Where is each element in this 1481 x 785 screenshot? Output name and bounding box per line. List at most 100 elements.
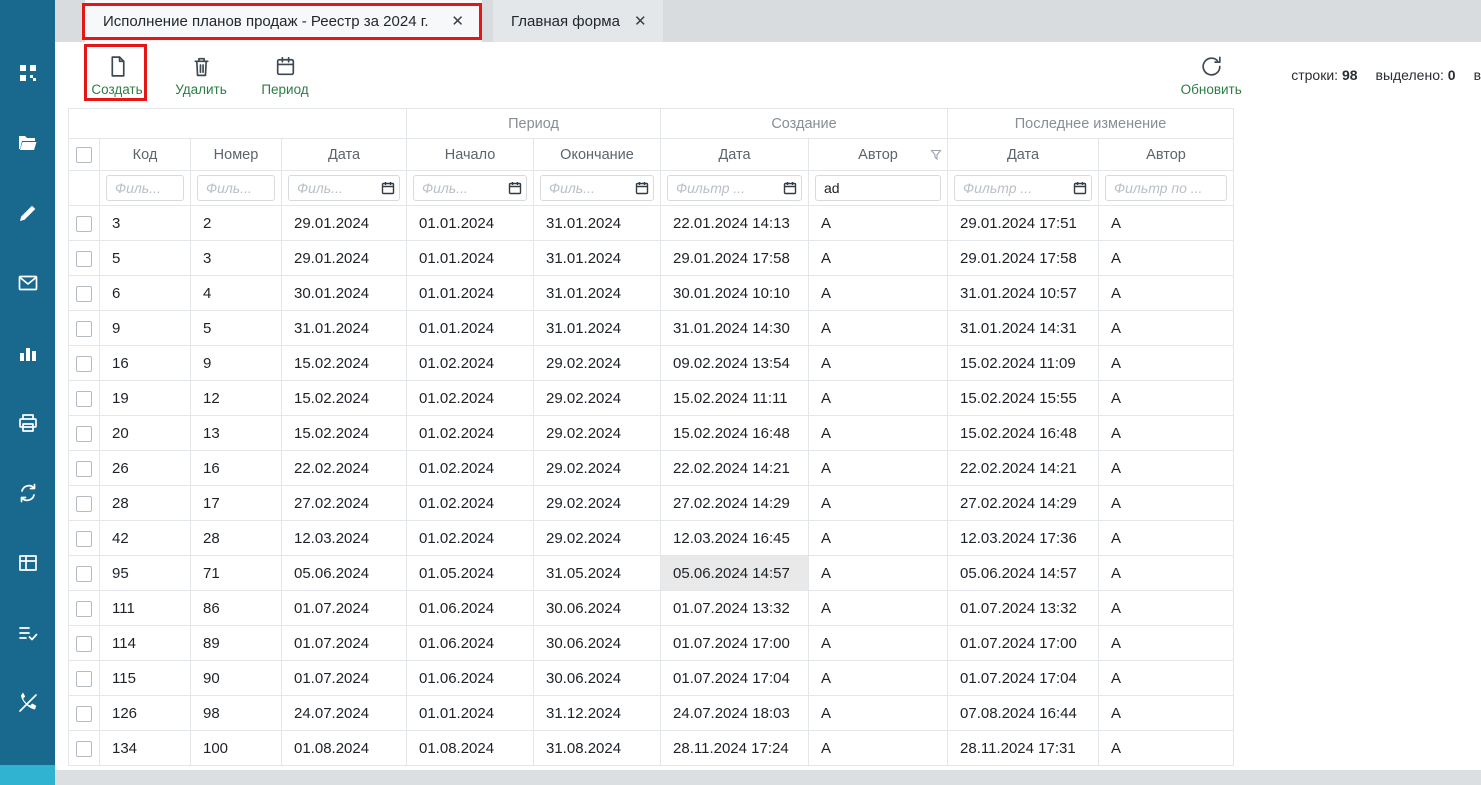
cell[interactable]: 01.02.2024 bbox=[407, 416, 534, 451]
cell[interactable]: A bbox=[809, 416, 948, 451]
cell[interactable]: 01.02.2024 bbox=[407, 521, 534, 556]
cell[interactable]: 28 bbox=[100, 486, 191, 521]
cell[interactable]: 01.08.2024 bbox=[407, 731, 534, 766]
row-checkbox[interactable] bbox=[76, 601, 92, 617]
cell[interactable]: 29.02.2024 bbox=[534, 416, 661, 451]
cell[interactable]: A bbox=[1099, 311, 1234, 346]
col-header-izmenenie-data[interactable]: Дата bbox=[948, 139, 1099, 171]
col-header-izmenenie-avtor[interactable]: Автор bbox=[1099, 139, 1234, 171]
row-checkbox[interactable] bbox=[76, 391, 92, 407]
cell[interactable]: 30.06.2024 bbox=[534, 591, 661, 626]
table-row[interactable]: 201315.02.202401.02.202429.02.202415.02.… bbox=[69, 416, 1234, 451]
cell[interactable]: 71 bbox=[191, 556, 282, 591]
cell[interactable]: 01.07.2024 17:00 bbox=[661, 626, 809, 661]
cell[interactable]: 29.01.2024 17:58 bbox=[661, 241, 809, 276]
cell[interactable]: 01.07.2024 bbox=[282, 591, 407, 626]
cell[interactable]: 01.06.2024 bbox=[407, 626, 534, 661]
cell[interactable]: A bbox=[809, 451, 948, 486]
calendar-icon[interactable] bbox=[1073, 181, 1087, 195]
cell[interactable]: 3 bbox=[100, 206, 191, 241]
cell[interactable]: 31.01.2024 bbox=[534, 311, 661, 346]
cell[interactable]: A bbox=[809, 556, 948, 591]
cell[interactable]: 31.12.2024 bbox=[534, 696, 661, 731]
cell[interactable]: A bbox=[809, 311, 948, 346]
cell[interactable]: 16 bbox=[100, 346, 191, 381]
cell[interactable]: 22.02.2024 bbox=[282, 451, 407, 486]
cell[interactable]: A bbox=[1099, 381, 1234, 416]
cell[interactable]: 01.05.2024 bbox=[407, 556, 534, 591]
row-checkbox[interactable] bbox=[76, 356, 92, 372]
cell[interactable]: 95 bbox=[100, 556, 191, 591]
task-list-icon[interactable] bbox=[15, 620, 41, 646]
cell[interactable]: A bbox=[1099, 556, 1234, 591]
cell[interactable]: 15.02.2024 16:48 bbox=[661, 416, 809, 451]
row-checkbox[interactable] bbox=[76, 251, 92, 267]
cell[interactable]: 05.06.2024 14:57 bbox=[948, 556, 1099, 591]
cell[interactable]: 01.07.2024 bbox=[282, 661, 407, 696]
row-checkbox[interactable] bbox=[76, 706, 92, 722]
sync-icon[interactable] bbox=[15, 480, 41, 506]
cell[interactable]: 22.02.2024 14:21 bbox=[661, 451, 809, 486]
filter-input-sozdanie-data[interactable] bbox=[667, 175, 802, 201]
row-checkbox[interactable] bbox=[76, 636, 92, 652]
printer-icon[interactable] bbox=[15, 410, 41, 436]
cell[interactable]: 01.02.2024 bbox=[407, 486, 534, 521]
cell[interactable]: 01.06.2024 bbox=[407, 661, 534, 696]
cell[interactable]: 86 bbox=[191, 591, 282, 626]
cell[interactable]: 5 bbox=[100, 241, 191, 276]
cell[interactable]: 31.01.2024 14:30 bbox=[661, 311, 809, 346]
cell[interactable]: 31.01.2024 bbox=[534, 276, 661, 311]
cell[interactable]: A bbox=[809, 626, 948, 661]
cell[interactable]: 29.01.2024 17:51 bbox=[948, 206, 1099, 241]
cell[interactable]: A bbox=[809, 241, 948, 276]
cell[interactable]: A bbox=[809, 486, 948, 521]
cell[interactable]: 29.01.2024 bbox=[282, 241, 407, 276]
cell[interactable]: 01.01.2024 bbox=[407, 311, 534, 346]
row-checkbox[interactable] bbox=[76, 461, 92, 477]
cell[interactable]: 01.02.2024 bbox=[407, 346, 534, 381]
cell[interactable]: 01.07.2024 17:00 bbox=[948, 626, 1099, 661]
table-row[interactable]: 191215.02.202401.02.202429.02.202415.02.… bbox=[69, 381, 1234, 416]
filter-input-sozdanie-avtor[interactable] bbox=[815, 175, 941, 201]
close-icon[interactable]: ✕ bbox=[451, 12, 464, 30]
qr-code-icon[interactable] bbox=[15, 60, 41, 86]
cell[interactable]: 42 bbox=[100, 521, 191, 556]
table-row[interactable]: 422812.03.202401.02.202429.02.202412.03.… bbox=[69, 521, 1234, 556]
cell[interactable]: 01.01.2024 bbox=[407, 241, 534, 276]
cell[interactable]: 01.07.2024 13:32 bbox=[948, 591, 1099, 626]
table-row[interactable]: 957105.06.202401.05.202431.05.202405.06.… bbox=[69, 556, 1234, 591]
filter-input-izmenenie-avtor[interactable] bbox=[1105, 175, 1227, 201]
table-row[interactable]: 281727.02.202401.02.202429.02.202427.02.… bbox=[69, 486, 1234, 521]
cell[interactable]: 05.06.2024 14:57 bbox=[661, 556, 809, 591]
table-row[interactable]: 13410001.08.202401.08.202431.08.202428.1… bbox=[69, 731, 1234, 766]
folder-icon[interactable] bbox=[15, 130, 41, 156]
calendar-icon[interactable] bbox=[381, 181, 395, 195]
cell[interactable]: A bbox=[809, 731, 948, 766]
cell[interactable]: 01.07.2024 17:04 bbox=[661, 661, 809, 696]
cell[interactable]: A bbox=[809, 206, 948, 241]
cell[interactable]: 9 bbox=[191, 346, 282, 381]
cell[interactable]: 31.01.2024 10:57 bbox=[948, 276, 1099, 311]
cell[interactable]: A bbox=[1099, 731, 1234, 766]
cell[interactable]: 28.11.2024 17:31 bbox=[948, 731, 1099, 766]
cell[interactable]: 29.01.2024 bbox=[282, 206, 407, 241]
cell[interactable]: 01.01.2024 bbox=[407, 696, 534, 731]
cell[interactable]: A bbox=[1099, 661, 1234, 696]
cell[interactable]: 22.02.2024 14:21 bbox=[948, 451, 1099, 486]
cell[interactable]: A bbox=[809, 276, 948, 311]
close-icon[interactable]: ✕ bbox=[634, 12, 647, 30]
cell[interactable]: A bbox=[1099, 696, 1234, 731]
cell[interactable]: 15.02.2024 11:09 bbox=[948, 346, 1099, 381]
cell[interactable]: 90 bbox=[191, 661, 282, 696]
cell[interactable]: 31.01.2024 14:31 bbox=[948, 311, 1099, 346]
cell[interactable]: A bbox=[1099, 276, 1234, 311]
period-button[interactable]: Период bbox=[253, 54, 317, 97]
cell[interactable]: 07.08.2024 16:44 bbox=[948, 696, 1099, 731]
cell[interactable]: A bbox=[1099, 486, 1234, 521]
filter-input-izmenenie-data[interactable] bbox=[954, 175, 1092, 201]
cell[interactable]: 31.08.2024 bbox=[534, 731, 661, 766]
col-header-nomer[interactable]: Номер bbox=[191, 139, 282, 171]
cell[interactable]: 01.06.2024 bbox=[407, 591, 534, 626]
cell[interactable]: 28 bbox=[191, 521, 282, 556]
row-checkbox[interactable] bbox=[76, 496, 92, 512]
